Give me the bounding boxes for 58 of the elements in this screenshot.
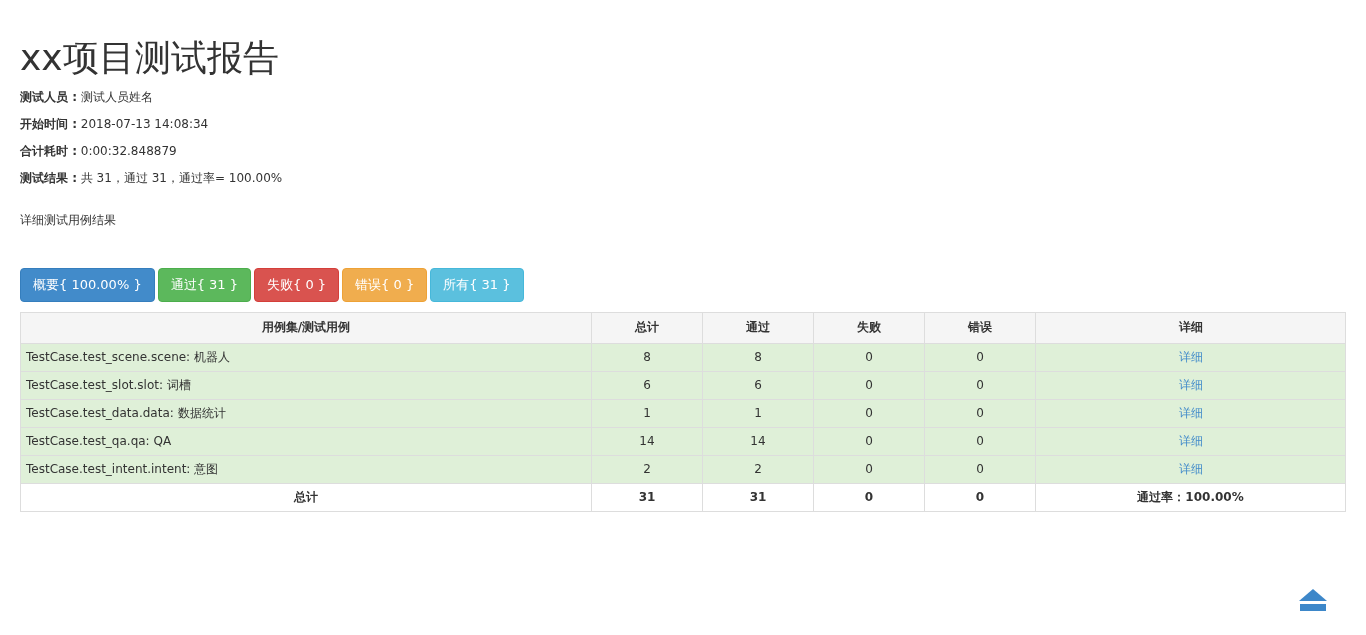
table-cell: TestCase.test_qa.qa: QA <box>20 427 592 456</box>
table-cell: 0 <box>813 455 925 484</box>
report-title: xx项目测试报告 <box>20 38 279 78</box>
info-value: 测试人员姓名 <box>79 89 153 104</box>
filter-button[interactable]: 错误{ 0 } <box>342 267 428 302</box>
table-cell: 14 <box>591 427 703 456</box>
table-cell: TestCase.test_scene.scene: 机器人 <box>20 343 592 372</box>
column-header: 错误 <box>924 312 1036 344</box>
table-cell: 6 <box>702 371 814 400</box>
column-header: 详细 <box>1035 312 1346 344</box>
column-header: 通过 <box>702 312 814 344</box>
table-cell: 6 <box>591 371 703 400</box>
detail-link[interactable]: 详细 <box>1178 349 1203 364</box>
table-cell: 0 <box>924 399 1036 428</box>
table-cell: 0 <box>813 427 925 456</box>
table-cell: 0 <box>924 371 1036 400</box>
description-text: 详细测试用例结果 <box>20 211 116 229</box>
table-cell: 2 <box>702 455 814 484</box>
table-cell: 0 <box>924 455 1036 484</box>
table-cell: 1 <box>591 399 703 428</box>
info-label: 开始时间 : <box>20 116 77 131</box>
column-header: 用例集/测试用例 <box>20 312 592 344</box>
back-to-top-icon[interactable] <box>1299 589 1327 611</box>
table-cell: 31 <box>702 483 814 512</box>
column-header: 失败 <box>813 312 925 344</box>
info-label: 测试人员 : <box>20 89 77 104</box>
info-value: 0:00:32.848879 <box>79 143 177 158</box>
info-label: 测试结果 : <box>20 170 77 185</box>
table-cell: 0 <box>813 483 925 512</box>
table-cell: TestCase.test_intent.intent: 意图 <box>20 455 592 484</box>
table-cell: 0 <box>924 483 1036 512</box>
table-cell: TestCase.test_slot.slot: 词槽 <box>20 371 592 400</box>
info-value: 2018-07-13 14:08:34 <box>79 116 209 131</box>
table-cell: 8 <box>591 343 703 372</box>
table-cell: 14 <box>702 427 814 456</box>
column-header: 总计 <box>591 312 703 344</box>
table-cell: 0 <box>813 399 925 428</box>
info-value: 共 31，通过 31，通过率= 100.00% <box>79 170 283 185</box>
detail-link[interactable]: 详细 <box>1178 377 1203 392</box>
table-cell: 0 <box>924 343 1036 372</box>
filter-button[interactable]: 概要{ 100.00% } <box>20 267 155 302</box>
table-cell: 通过率：100.00% <box>1035 483 1346 512</box>
table-cell: 0 <box>924 427 1036 456</box>
detail-link[interactable]: 详细 <box>1178 461 1203 476</box>
info-label: 合计耗时 : <box>20 143 77 158</box>
filter-button[interactable]: 所有{ 31 } <box>430 267 524 302</box>
table-cell: 0 <box>813 343 925 372</box>
table-cell: 0 <box>813 371 925 400</box>
table-cell: 1 <box>702 399 814 428</box>
table-cell: 2 <box>591 455 703 484</box>
table-cell: 8 <box>702 343 814 372</box>
detail-link[interactable]: 详细 <box>1178 433 1203 448</box>
filter-button[interactable]: 失败{ 0 } <box>254 267 340 302</box>
table-cell: 31 <box>591 483 703 512</box>
table-cell: 总计 <box>20 483 592 512</box>
filter-button[interactable]: 通过{ 31 } <box>157 267 251 302</box>
table-cell: TestCase.test_data.data: 数据统计 <box>20 399 592 428</box>
detail-link[interactable]: 详细 <box>1178 405 1203 420</box>
